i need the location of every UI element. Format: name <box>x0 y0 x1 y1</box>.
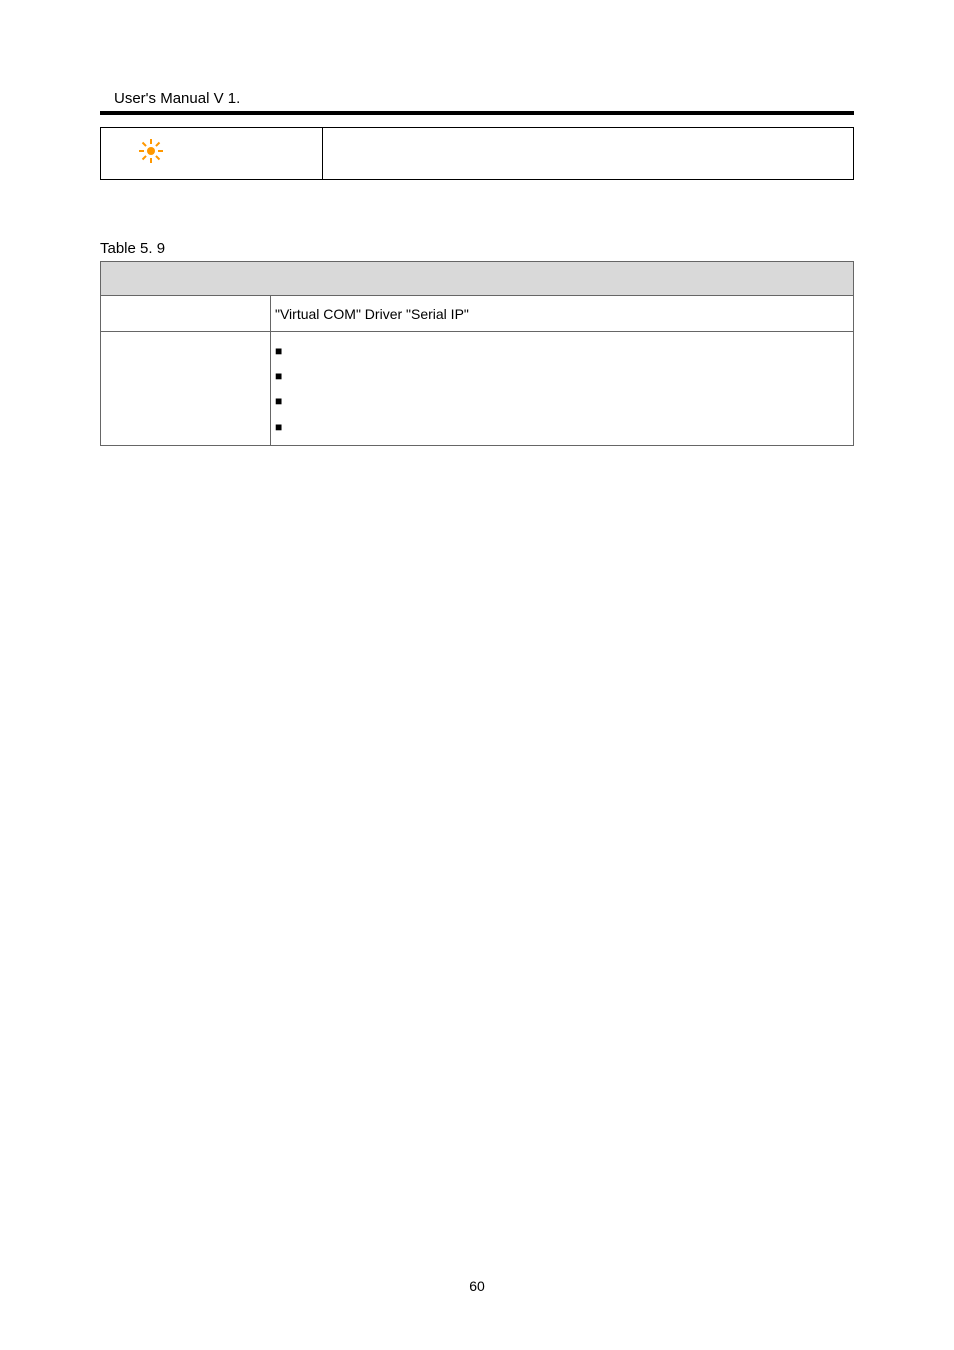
square-bullet-icon: ■ <box>275 366 289 388</box>
proc-left <box>101 332 271 446</box>
procedure-table: "Virtual COM" Driver "Serial IP" ■ ■ ■ ■ <box>100 261 854 446</box>
table-caption: Table 5. 9 <box>100 240 854 257</box>
page-number: 60 <box>0 1278 954 1294</box>
note-cell-blank <box>101 128 123 180</box>
bullet-row: ■ <box>275 338 843 363</box>
square-bullet-icon: ■ <box>275 417 289 439</box>
note-cell-text <box>323 128 854 180</box>
table-header <box>101 262 854 296</box>
proc-right: ■ ■ ■ ■ <box>271 332 854 446</box>
note-cell-icon <box>123 128 323 180</box>
bullet-row: ■ <box>275 388 843 413</box>
desc-right: "Virtual COM" Driver "Serial IP" <box>271 296 854 332</box>
square-bullet-icon: ■ <box>275 391 289 413</box>
bullet-row: ■ <box>275 363 843 388</box>
note-table <box>100 127 854 180</box>
sun-icon <box>141 141 161 161</box>
header-rule <box>100 111 854 115</box>
header-title: User's Manual V 1. <box>100 90 854 107</box>
square-bullet-icon: ■ <box>275 341 289 363</box>
desc-left <box>101 296 271 332</box>
bullet-row: ■ <box>275 414 843 439</box>
